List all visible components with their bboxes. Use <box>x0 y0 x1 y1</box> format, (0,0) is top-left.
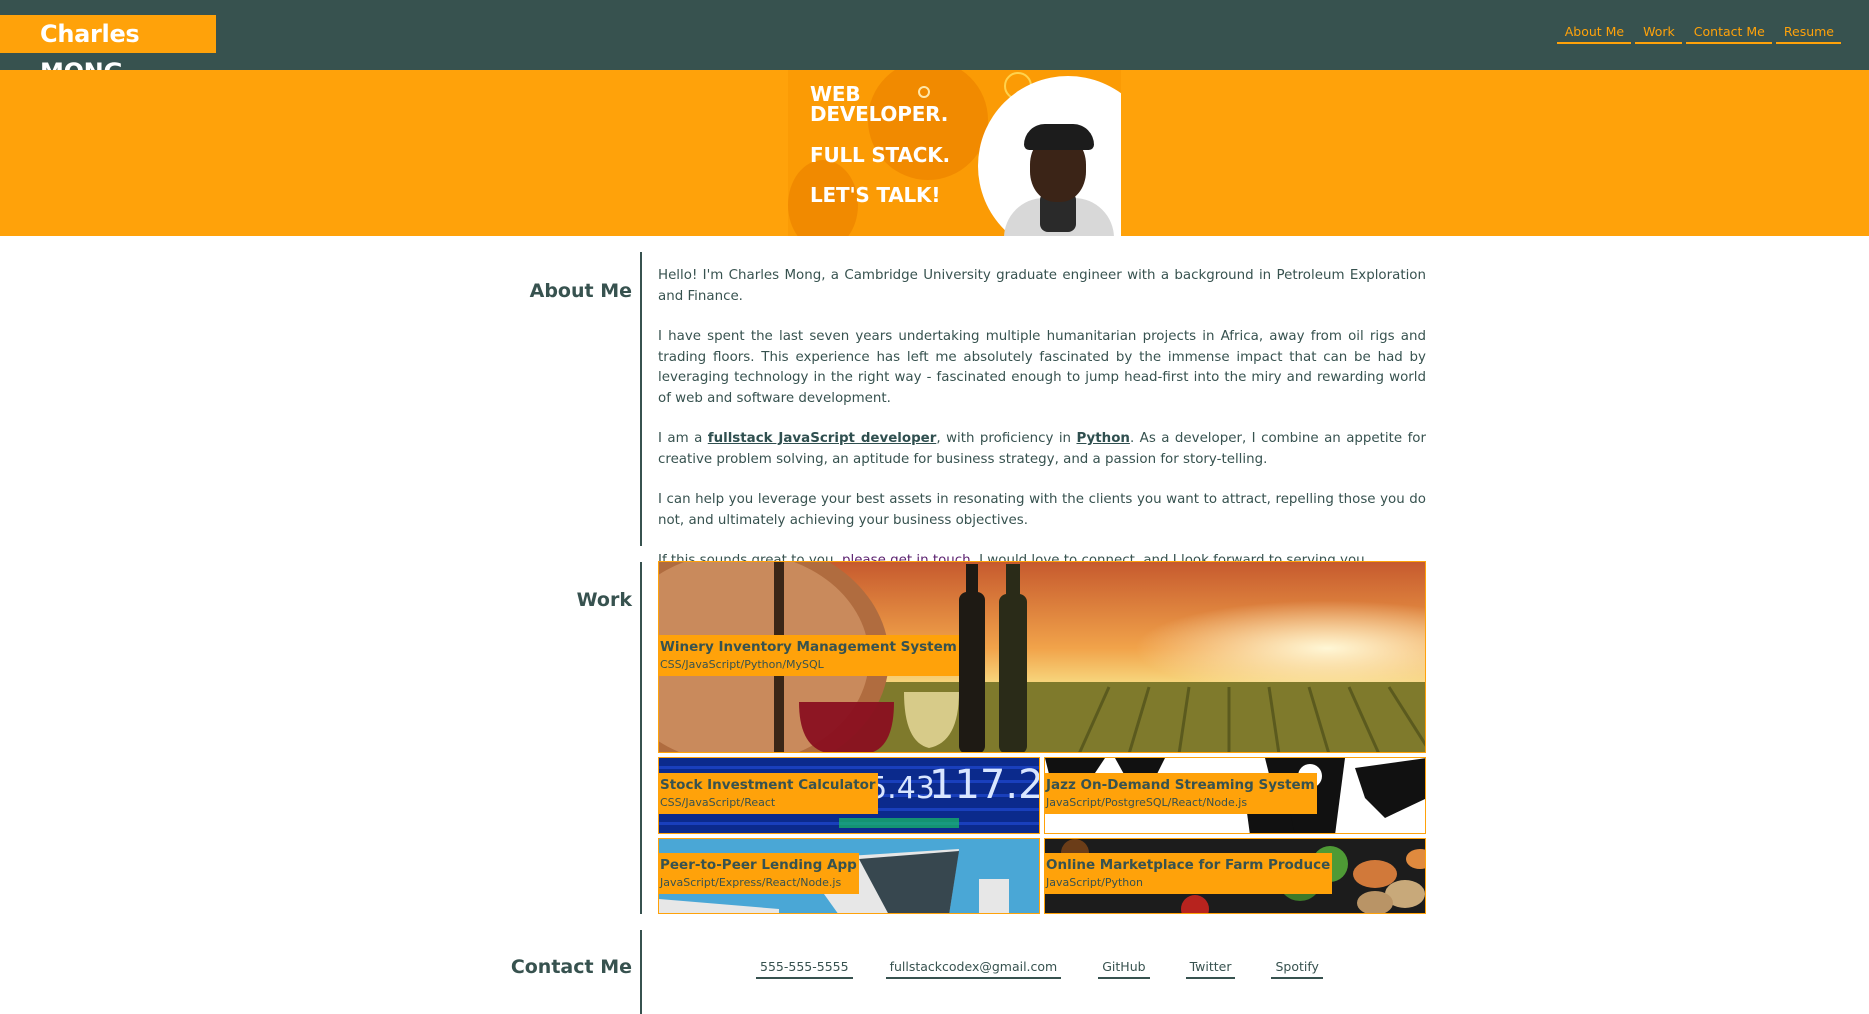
github-link[interactable]: GitHub <box>1098 958 1150 979</box>
project-title: Online Marketplace for Farm Produce <box>1046 857 1331 873</box>
about-paragraph: I can help you leverage your best assets… <box>658 492 1426 528</box>
nav-contact-me[interactable]: Contact Me <box>1685 24 1772 44</box>
project-title: Jazz On-Demand Streaming System <box>1046 777 1315 793</box>
project-tech: JavaScript/Express/React/Node.js <box>660 876 842 889</box>
project-tech: JavaScript/Python <box>1046 876 1143 889</box>
hero-line-2: DEVELOPER. <box>810 102 949 126</box>
project-tech: CSS/JavaScript/Python/MySQL <box>660 658 824 671</box>
nav-about-me[interactable]: About Me <box>1556 24 1632 44</box>
project-tech: JavaScript/PostgreSQL/React/Node.js <box>1046 796 1248 809</box>
nav-resume[interactable]: Resume <box>1775 24 1841 44</box>
fullstack-link[interactable]: fullstack JavaScript developer <box>708 431 937 446</box>
nav-work[interactable]: Work <box>1635 24 1682 44</box>
about-paragraph: I am a fullstack JavaScript developer, w… <box>658 431 1426 467</box>
work-divider <box>640 562 642 914</box>
about-text: Hello! I'm Charles Mong, a Cambridge Uni… <box>658 266 1426 592</box>
project-caption: Winery Inventory Management System CSS/J… <box>659 635 959 676</box>
about-heading: About Me <box>529 280 632 302</box>
project-title: Peer-to-Peer Lending App <box>660 857 857 873</box>
project-tile-stock[interactable]: 15.43 117.2 Stock Investment Calculator … <box>658 757 1040 834</box>
about-paragraph: Hello! I'm Charles Mong, a Cambridge Uni… <box>658 268 1426 304</box>
phone-link[interactable]: 555-555-5555 <box>756 958 853 979</box>
hero-image: WEB DEVELOPER. FULL STACK. LET'S TALK! <box>788 70 1121 236</box>
about-divider <box>640 252 642 546</box>
project-tile-jazz[interactable]: Jazz On-Demand Streaming System JavaScri… <box>1044 757 1426 834</box>
ticker-value-2: 117.2 <box>929 762 1040 808</box>
twitter-link[interactable]: Twitter <box>1185 958 1236 979</box>
contact-links: 555-555-5555 fullstackcodex@gmail.com Gi… <box>756 958 1323 979</box>
python-link[interactable]: Python <box>1076 431 1129 446</box>
project-title: Stock Investment Calculator <box>660 777 876 793</box>
project-caption: Peer-to-Peer Lending App JavaScript/Expr… <box>659 853 859 894</box>
portrait-photo <box>1004 110 1114 236</box>
email-link[interactable]: fullstackcodex@gmail.com <box>885 958 1062 979</box>
project-caption: Online Marketplace for Farm Produce Java… <box>1045 853 1333 894</box>
project-tile-winery[interactable]: Winery Inventory Management System CSS/J… <box>658 561 1426 753</box>
project-tile-p2p-lending[interactable]: Peer-to-Peer Lending App JavaScript/Expr… <box>658 838 1040 914</box>
project-tile-farm-produce[interactable]: Online Marketplace for Farm Produce Java… <box>1044 838 1426 914</box>
project-caption: Stock Investment Calculator CSS/JavaScri… <box>659 773 878 814</box>
spotify-link[interactable]: Spotify <box>1271 958 1323 979</box>
project-title: Winery Inventory Management System <box>660 639 957 655</box>
project-tech: CSS/JavaScript/React <box>660 796 776 809</box>
project-caption: Jazz On-Demand Streaming System JavaScri… <box>1045 773 1317 814</box>
top-navbar: Charles MONG About Me Work Contact Me Re… <box>0 0 1869 86</box>
about-paragraph: I have spent the last seven years undert… <box>658 329 1426 406</box>
hero-line-3: FULL STACK. <box>810 143 950 167</box>
hero-line-4: LET'S TALK! <box>810 183 941 207</box>
main-nav: About Me Work Contact Me Resume <box>1556 24 1841 44</box>
contact-divider <box>640 930 642 1014</box>
work-heading: Work <box>576 589 632 611</box>
contact-heading: Contact Me <box>510 956 632 978</box>
hero-banner: WEB DEVELOPER. FULL STACK. LET'S TALK! <box>0 70 1869 236</box>
hero-line-1: WEB <box>810 82 861 106</box>
site-logo[interactable]: Charles MONG <box>0 15 216 86</box>
